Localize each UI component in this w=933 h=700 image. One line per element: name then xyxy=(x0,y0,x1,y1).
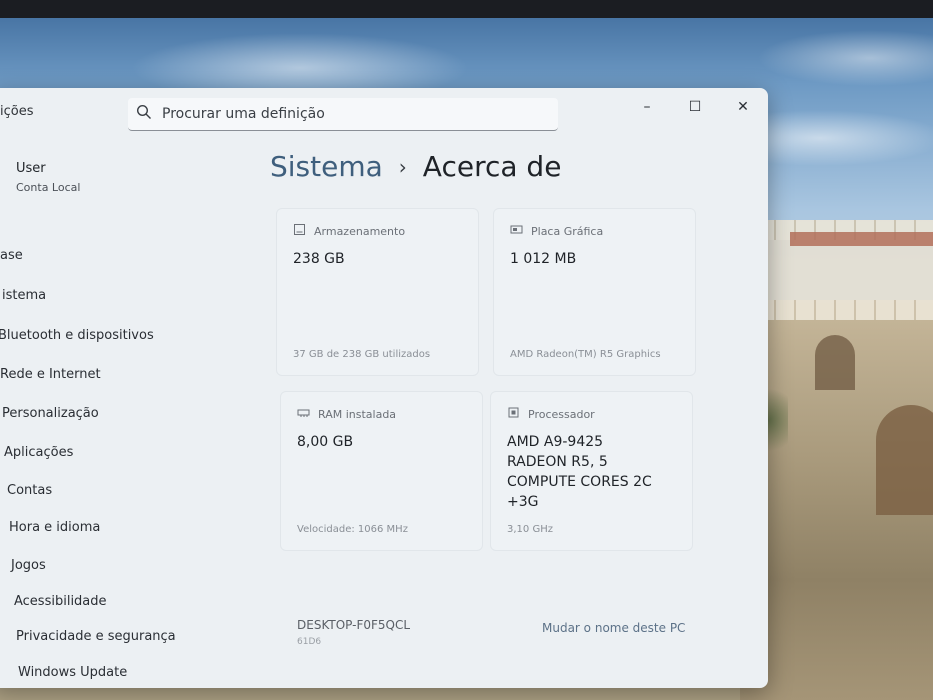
sidebar-item-apps[interactable]: Aplicações xyxy=(4,445,73,460)
processor-label: Processador xyxy=(528,407,595,421)
ram-label: RAM instalada xyxy=(318,407,397,421)
user-name: User xyxy=(16,161,46,176)
wallpaper-arch xyxy=(815,335,855,390)
sidebar-item-gaming[interactable]: Jogos xyxy=(11,558,46,573)
processor-line: RADEON R5, 5 xyxy=(507,454,608,470)
ram-value: 8,00 GB xyxy=(297,434,354,450)
breadcrumb-separator: › xyxy=(398,154,407,179)
ram-card[interactable]: RAM instalada 8,00 GB Velocidade: 1066 M… xyxy=(280,391,483,551)
sidebar-item-accounts[interactable]: Contas xyxy=(7,483,52,498)
sidebar-item-home[interactable]: ase xyxy=(0,248,23,263)
processor-line: COMPUTE CORES 2C xyxy=(507,474,652,490)
search-icon xyxy=(136,104,152,124)
ram-detail: Velocidade: 1066 MHz xyxy=(297,524,408,535)
close-button[interactable]: ✕ xyxy=(722,94,764,120)
breadcrumb-parent[interactable]: Sistema xyxy=(270,150,383,183)
processor-value: AMD A9-9425 RADEON R5, 5 COMPUTE CORES 2… xyxy=(507,432,652,512)
maximize-button[interactable]: ☐ xyxy=(674,94,716,120)
processor-detail: 3,10 GHz xyxy=(507,524,553,535)
graphics-label: Placa Gráfica xyxy=(531,224,604,238)
sidebar-item-network[interactable]: Rede e Internet xyxy=(0,367,101,382)
graphics-card[interactable]: Placa Gráfica 1 012 MB AMD Radeon(TM) R5… xyxy=(493,208,696,376)
rename-pc-button[interactable]: Mudar o nome deste PC xyxy=(542,621,685,635)
user-account-type: Conta Local xyxy=(16,181,81,194)
storage-card[interactable]: Armazenamento 238 GB 37 GB de 238 GB uti… xyxy=(276,208,479,376)
memory-icon xyxy=(297,406,318,422)
processor-card[interactable]: Processador AMD A9-9425 RADEON R5, 5 COM… xyxy=(490,391,693,551)
window-title: ições xyxy=(0,104,34,119)
sidebar-item-time-language[interactable]: Hora e idioma xyxy=(9,520,100,535)
processor-icon xyxy=(507,406,528,422)
processor-line: AMD A9-9425 xyxy=(507,434,604,450)
monitor-bezel xyxy=(0,0,933,18)
sidebar-item-accessibility[interactable]: Acessibilidade xyxy=(14,594,107,609)
storage-detail: 37 GB de 238 GB utilizados xyxy=(293,349,431,360)
sidebar-item-privacy[interactable]: Privacidade e segurança xyxy=(16,629,176,644)
storage-icon xyxy=(293,223,314,239)
sidebar-item-personalization[interactable]: Personalização xyxy=(2,406,99,421)
page-title: Acerca de xyxy=(422,150,562,183)
settings-window: ições – ☐ ✕ User Conta Local ase istema … xyxy=(0,88,768,688)
sidebar-item-windows-update[interactable]: Windows Update xyxy=(18,665,127,680)
wallpaper-bridge-arch xyxy=(876,405,933,515)
graphics-value: 1 012 MB xyxy=(510,251,577,267)
storage-label: Armazenamento xyxy=(314,224,406,238)
minimize-button[interactable]: – xyxy=(626,94,668,120)
sidebar-item-bluetooth[interactable]: Bluetooth e dispositivos xyxy=(0,328,154,343)
wallpaper-roofs xyxy=(790,232,933,246)
device-name: DESKTOP-F0F5QCL xyxy=(297,618,411,632)
graphics-card-icon xyxy=(510,223,531,239)
graphics-detail: AMD Radeon(TM) R5 Graphics xyxy=(510,349,661,360)
device-subtitle: 61D6 xyxy=(297,637,322,647)
search-box[interactable] xyxy=(128,98,558,131)
storage-value: 238 GB xyxy=(293,251,345,267)
breadcrumb: Sistema › Acerca de xyxy=(270,150,561,183)
sidebar-item-system[interactable]: istema xyxy=(2,288,46,303)
search-input[interactable] xyxy=(162,106,522,122)
processor-line: +3G xyxy=(507,494,539,510)
